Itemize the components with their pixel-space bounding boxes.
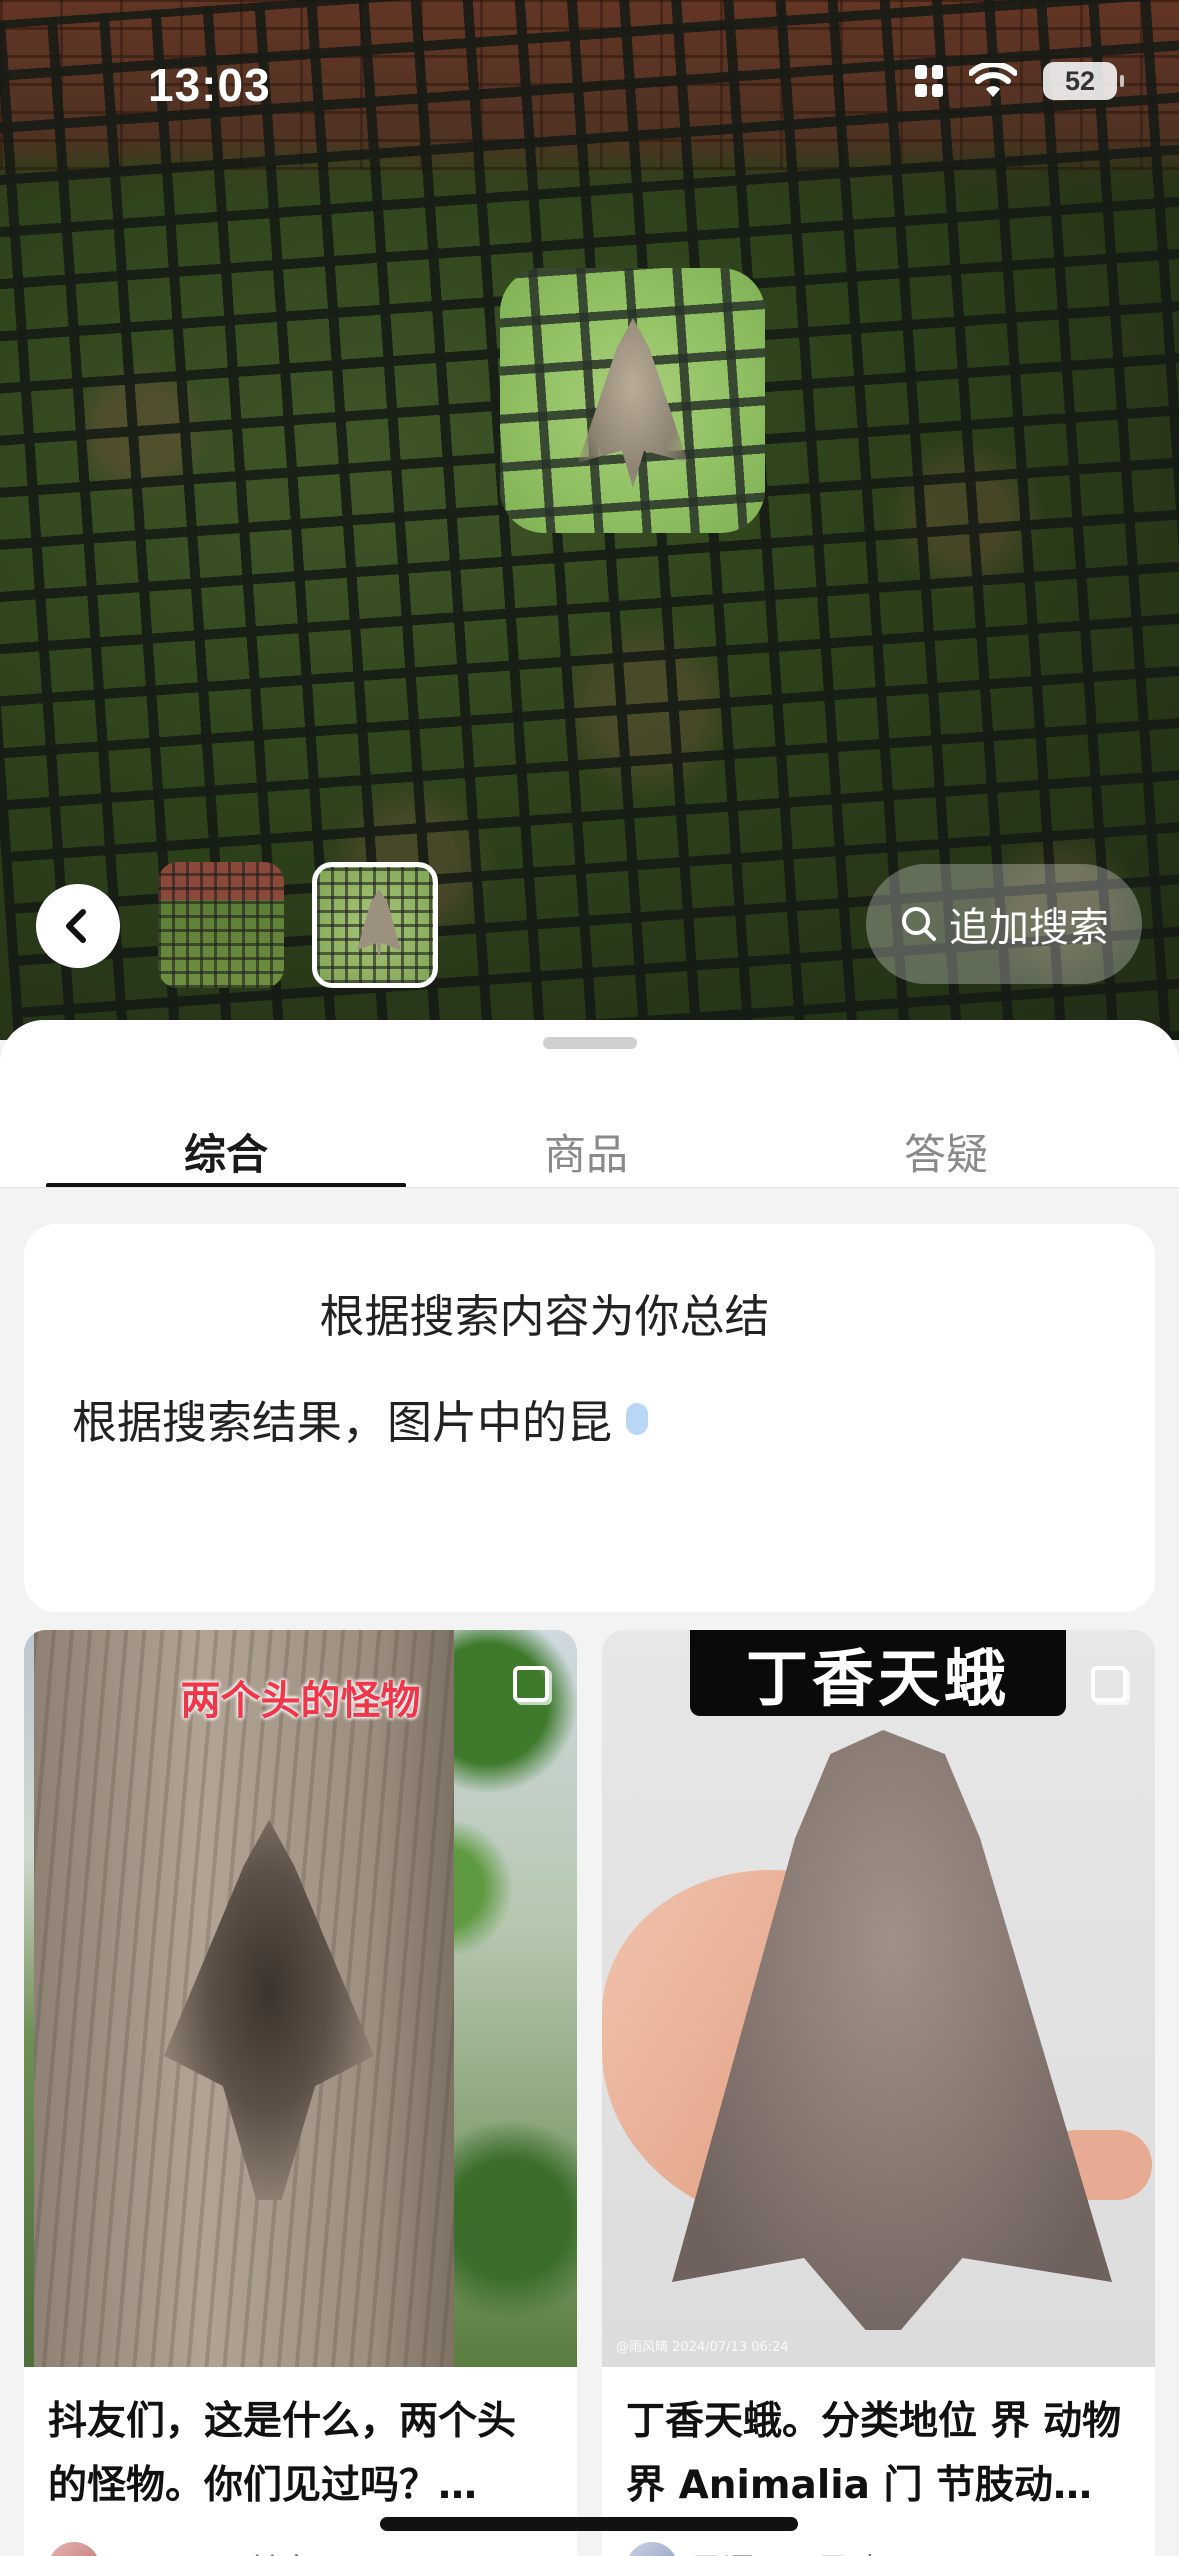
result-title: 丁香天蛾。分类地位 界 动物界 Animalia 门 节肢动… (626, 2399, 1122, 2508)
result-card[interactable]: 丁香天蛾 @雨风晴 2024/07/13 06:24 丁香天蛾。分类地位 界 动… (602, 1630, 1155, 2556)
collect-icon[interactable] (513, 1666, 549, 1702)
tab-general[interactable]: 综合 (46, 1075, 406, 1188)
tab-products[interactable]: 商品 (406, 1075, 766, 1188)
result-image: 两个头的怪物 (24, 1630, 577, 2367)
result-image: 丁香天蛾 @雨风晴 2024/07/13 06:24 (602, 1630, 1155, 2367)
status-time: 13:03 (148, 59, 271, 111)
wifi-icon (969, 63, 1017, 97)
search-icon (902, 907, 936, 941)
thumbnail-full-image[interactable] (158, 862, 284, 988)
battery-indicator: 52 (1043, 62, 1124, 100)
author-name: (^_^) 不兰窝❤ (112, 2545, 340, 2556)
avatar[interactable] (48, 2542, 100, 2556)
focus-crop-box[interactable] (500, 268, 765, 533)
summary-body: 根据搜索结果，图片中的昆 (72, 1396, 613, 1449)
collect-icon[interactable] (1091, 1666, 1127, 1702)
cellular-icon (915, 65, 943, 97)
image-watermark: @雨风晴 2024/07/13 06:24 (616, 2340, 789, 2355)
results-sheet: 综合 商品 答疑 根据搜索内容为你总结 根据搜索结果，图片中的昆 两个头的怪物 … (0, 1020, 1179, 2556)
summary-text: 根据搜索结果，图片中的昆 (72, 1386, 649, 1451)
result-author-row: 风语 · 雨风晴 (^_^) (626, 2542, 985, 2556)
chevron-left-icon (66, 909, 86, 943)
home-indicator[interactable] (380, 2517, 798, 2531)
status-icons: 52 (915, 62, 1124, 100)
typing-cursor (626, 1402, 649, 1435)
result-author-row: (^_^) 不兰窝❤ (48, 2542, 340, 2556)
result-card[interactable]: 两个头的怪物 抖友们，这是什么，两个头的怪物。你们见过吗？… (^_^) 不兰窝… (24, 1630, 577, 2556)
sheet-header: 综合 商品 答疑 (0, 1020, 1179, 1188)
thumbnail-crop-selected[interactable] (312, 862, 438, 988)
author-name: 风语 · 雨风晴 (^_^) (690, 2545, 985, 2556)
result-title: 抖友们，这是什么，两个头的怪物。你们见过吗？… (48, 2399, 517, 2508)
back-button[interactable] (36, 884, 120, 968)
tabs-divider (0, 1187, 1179, 1188)
image-overlay-title: 丁香天蛾 (690, 1630, 1066, 1716)
add-search-button[interactable]: 追加搜索 (866, 864, 1142, 984)
sheet-grabber[interactable] (543, 1037, 637, 1049)
result-tabs: 综合 商品 答疑 (0, 1075, 1179, 1188)
tab-qa[interactable]: 答疑 (766, 1075, 1126, 1188)
ai-summary-card[interactable]: 根据搜索内容为你总结 根据搜索结果，图片中的昆 (24, 1224, 1155, 1612)
add-search-label: 追加搜索 (949, 905, 1109, 951)
image-overlay-title: 两个头的怪物 (180, 1678, 421, 1724)
avatar[interactable] (626, 2542, 678, 2556)
summary-title: 根据搜索内容为你总结 (319, 1290, 770, 1343)
camera-preview: 13:03 52 追加搜索 (0, 0, 1179, 1040)
